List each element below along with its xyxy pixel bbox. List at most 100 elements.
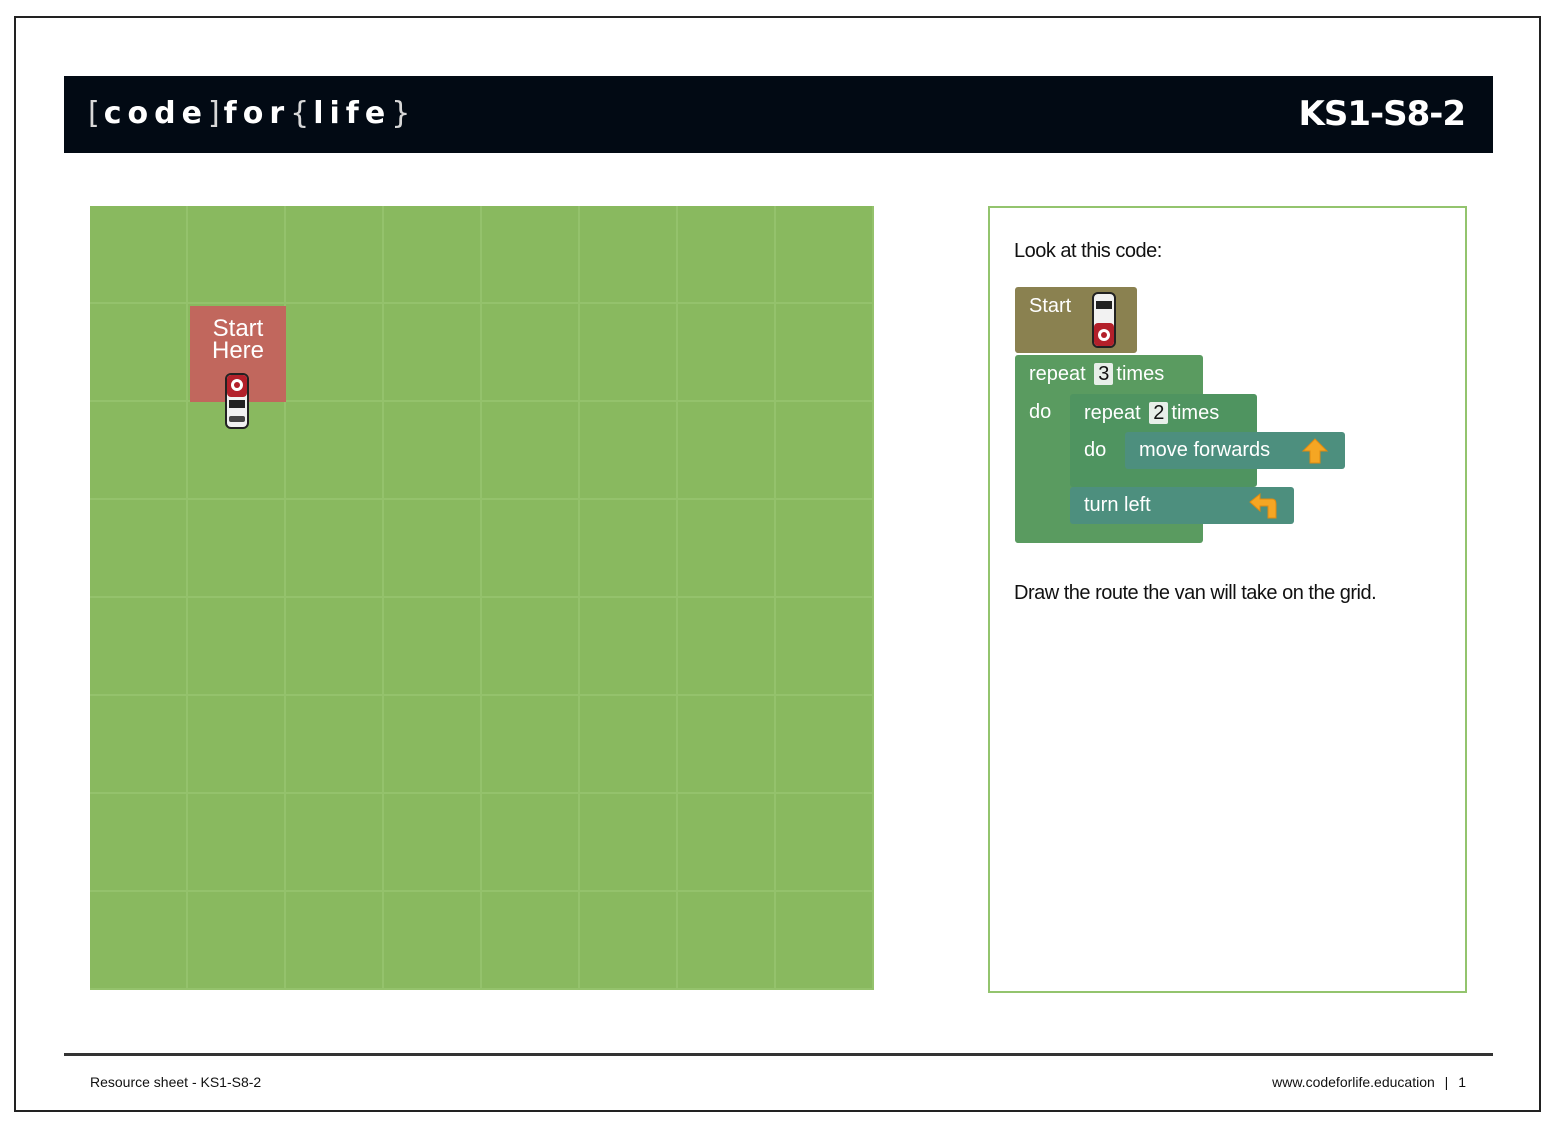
- repeat-outer-do: do: [1029, 401, 1052, 423]
- repeat-inner-suffix: times: [1171, 402, 1220, 424]
- grid-cell: [188, 206, 286, 304]
- grid-cell: [678, 500, 776, 598]
- grid-cell: [286, 402, 384, 500]
- grid-cell: [90, 206, 188, 304]
- grid-cell: [90, 696, 188, 794]
- footer-divider: [64, 1053, 1493, 1056]
- turn-left-label: turn left: [1084, 494, 1151, 516]
- grid-cell: [482, 696, 580, 794]
- move-forwards-label: move forwards: [1139, 439, 1271, 461]
- grid-cell: [90, 598, 188, 696]
- grid-cell: [188, 500, 286, 598]
- van-icon: [1092, 292, 1116, 348]
- repeat-inner-word: repeat: [1084, 402, 1141, 424]
- repeat-inner-do: do: [1084, 439, 1107, 461]
- intro-text: Look at this code:: [1014, 240, 1162, 262]
- code-for-life-logo: [code]for{life}: [88, 96, 414, 131]
- repeat-outer-word: repeat: [1029, 363, 1086, 385]
- grid-cell: [286, 696, 384, 794]
- grid-cell: [776, 598, 874, 696]
- grid-cell: [482, 598, 580, 696]
- turn-left-block: turn left: [1070, 487, 1294, 524]
- grid-cell: [482, 794, 580, 892]
- grid-cell: [580, 696, 678, 794]
- grid-cell: [678, 696, 776, 794]
- repeat-outer-suffix: times: [1116, 363, 1165, 385]
- sheet-code: KS1-S8-2: [1298, 94, 1466, 134]
- grid-cell: [286, 304, 384, 402]
- grid-cell: [580, 892, 678, 990]
- footer-website: www.codeforlife.education: [1272, 1074, 1435, 1090]
- footer-separator: |: [1444, 1074, 1449, 1090]
- grid-cell: [384, 794, 482, 892]
- repeat-inner-count: 2: [1149, 402, 1169, 424]
- grid-cell: [776, 304, 874, 402]
- logo-bracket-close: ]: [207, 96, 224, 131]
- move-forwards-block: move forwards: [1125, 432, 1345, 469]
- turn-left-arrow-icon: [1249, 492, 1277, 519]
- repeat-outer-label: repeat 3 times: [1029, 363, 1164, 386]
- grid-cell: [286, 206, 384, 304]
- grid-cell: [776, 892, 874, 990]
- footer-right: www.codeforlife.education | 1: [1272, 1074, 1466, 1090]
- arrow-up-icon: [1301, 438, 1329, 464]
- grid-cell: [580, 304, 678, 402]
- grid-cell: [384, 598, 482, 696]
- grid-cell: [188, 696, 286, 794]
- grid-cell: [188, 794, 286, 892]
- grid-cell: [678, 598, 776, 696]
- grid-cell: [90, 500, 188, 598]
- grid-cell: [580, 206, 678, 304]
- grid-cell: [384, 402, 482, 500]
- grid-cell: [580, 794, 678, 892]
- logo-bracket-open: [: [88, 96, 104, 131]
- grid-cell: [90, 402, 188, 500]
- grid-cell: [286, 794, 384, 892]
- grid-cell: [678, 892, 776, 990]
- grid-cell: [482, 402, 580, 500]
- footer-page-number: 1: [1458, 1074, 1466, 1090]
- start-block: Start: [1015, 287, 1137, 353]
- grid-cell: [384, 892, 482, 990]
- grid-cell: [776, 500, 874, 598]
- logo-word-code: code: [103, 96, 208, 131]
- route-instruction: Draw the route the van will take on the …: [1014, 582, 1377, 604]
- grid-cell: [678, 402, 776, 500]
- grid-cell: [90, 794, 188, 892]
- grid-cell: [482, 500, 580, 598]
- van-icon: [225, 373, 249, 429]
- grid-cell: [90, 304, 188, 402]
- grid-cell: [384, 304, 482, 402]
- grid-cell: [580, 402, 678, 500]
- grid-cell: [188, 598, 286, 696]
- start-label-line2: Here: [211, 337, 265, 364]
- grid-cell: [776, 696, 874, 794]
- grid-cell: [482, 304, 580, 402]
- logo-word-for: for: [223, 96, 291, 131]
- grid-cell: [188, 892, 286, 990]
- repeat-inner-label: repeat 2 times: [1084, 402, 1219, 425]
- grid-cell: [384, 696, 482, 794]
- grid-cell: [678, 206, 776, 304]
- footer-resource-label: Resource sheet - KS1-S8-2: [90, 1074, 262, 1090]
- repeat-outer-count: 3: [1094, 363, 1114, 385]
- grid-cell: [286, 892, 384, 990]
- grid-cell: [776, 206, 874, 304]
- logo-brace-close: }: [391, 96, 415, 131]
- logo-word-life: life: [313, 96, 392, 131]
- grid-cell: [286, 500, 384, 598]
- grid-cell: [384, 206, 482, 304]
- grid-cell: [678, 304, 776, 402]
- grid-cell: [482, 206, 580, 304]
- grid-cell: [580, 598, 678, 696]
- grid-cell: [90, 892, 188, 990]
- grid-cell: [580, 500, 678, 598]
- grid-cell: [678, 794, 776, 892]
- logo-brace-open: {: [290, 96, 314, 131]
- grid-cell: [286, 598, 384, 696]
- header-bar: [code]for{life} KS1-S8-2: [64, 76, 1493, 153]
- grid-cell: [776, 402, 874, 500]
- grid-cell: [384, 500, 482, 598]
- grid-cell: [776, 794, 874, 892]
- start-block-label: Start: [1029, 295, 1072, 317]
